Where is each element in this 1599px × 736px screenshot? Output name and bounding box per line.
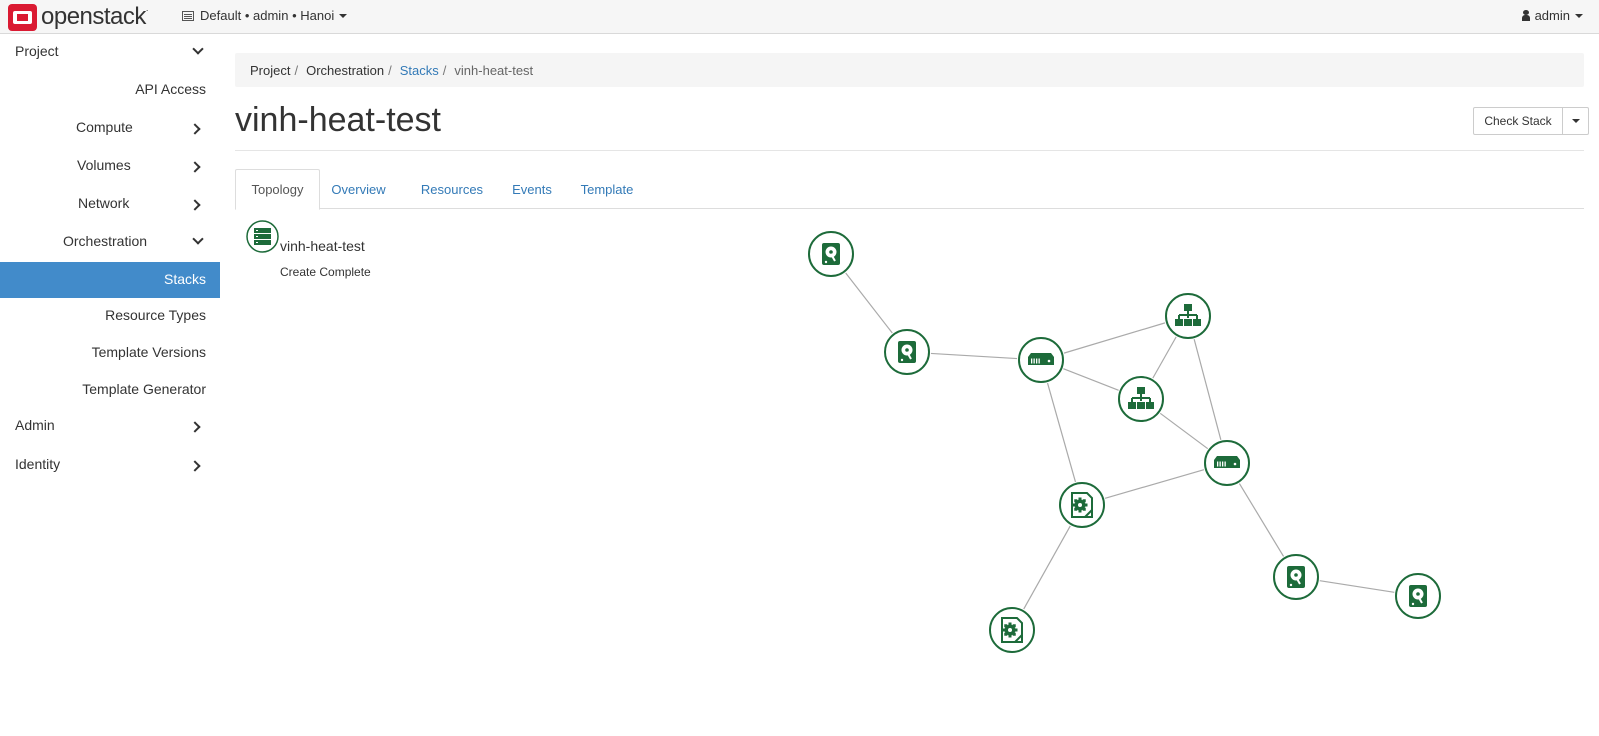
page-title: vinh-heat-test [235, 101, 441, 139]
sidebar-item-resource-types[interactable]: Resource Types [0, 298, 220, 334]
tab-topology[interactable]: Topology [235, 169, 320, 210]
sidebar: Project API Access Compute Volumes Netwo… [0, 34, 220, 736]
chevron-right-icon [189, 421, 201, 433]
topology-link [1063, 368, 1119, 391]
topology-node-volume-3[interactable] [1273, 554, 1319, 600]
topology-node-volume-2[interactable] [884, 329, 930, 375]
topology-link [930, 352, 1018, 360]
breadcrumb-project: Project [250, 62, 291, 78]
check-stack-button[interactable]: Check Stack [1473, 107, 1563, 135]
tab-resources[interactable]: Resources [407, 169, 497, 209]
more-actions-toggle[interactable] [1563, 107, 1589, 135]
chevron-right-icon [189, 460, 201, 472]
stack-name: vinh-heat-test [280, 238, 365, 254]
topology-node-config-2[interactable] [989, 607, 1035, 653]
breadcrumb-current: vinh-heat-test [454, 62, 534, 78]
sidebar-item-template-generator[interactable]: Template Generator [0, 372, 220, 408]
topology-link [1063, 322, 1166, 354]
tab-template[interactable]: Template [572, 169, 642, 209]
chevron-down-icon [192, 43, 204, 55]
user-icon [1521, 10, 1530, 21]
breadcrumb: Project / Orchestration / Stacks / vinh-… [235, 53, 1584, 87]
breadcrumb-orchestration: Orchestration [306, 62, 385, 78]
topology-node-volume-4[interactable] [1395, 573, 1441, 619]
chevron-right-icon [189, 161, 201, 173]
brand-name: openstack. [41, 3, 148, 30]
tab-overview[interactable]: Overview [321, 169, 396, 209]
sidebar-item-admin[interactable]: Admin [0, 408, 220, 444]
topology-node-config-1[interactable] [1059, 482, 1105, 528]
topology-node-network-1[interactable] [1165, 293, 1211, 339]
sidebar-item-project[interactable]: Project [0, 34, 220, 70]
topology-link [1193, 339, 1222, 440]
context-region: Hanoi [300, 8, 335, 23]
sidebar-item-compute[interactable]: Compute [0, 110, 220, 146]
caret-down-icon [1575, 13, 1583, 18]
topology-node-network-2[interactable] [1118, 376, 1164, 422]
topology-node-volume-1[interactable] [808, 231, 854, 277]
topology-link [1023, 525, 1071, 610]
breadcrumb-stacks-link[interactable]: Stacks [400, 63, 439, 78]
user-menu-dropdown[interactable]: admin [1521, 8, 1583, 23]
sidebar-item-api-access[interactable]: API Access [0, 72, 220, 108]
topology-link [1152, 336, 1177, 379]
user-name: admin [1534, 8, 1570, 23]
topology-link [1319, 580, 1395, 593]
topology-node-server-1[interactable] [1018, 337, 1064, 383]
chevron-right-icon [189, 123, 201, 135]
stack-status: Create Complete [280, 265, 371, 279]
chevron-down-icon [192, 233, 204, 245]
sidebar-item-orchestration[interactable]: Orchestration [0, 224, 220, 260]
topology-link [1238, 483, 1285, 557]
project-context-dropdown[interactable]: Default • admin • Hanoi [182, 8, 348, 23]
stack-detail-tabs: Topology Overview Resources Events Templ… [235, 169, 1584, 210]
context-project: admin [253, 8, 289, 23]
openstack-logo-icon [8, 3, 37, 31]
sidebar-item-template-versions[interactable]: Template Versions [0, 335, 220, 371]
project-context-icon [182, 10, 194, 21]
stack-actions: Check Stack [1473, 107, 1589, 135]
sidebar-item-identity[interactable]: Identity [0, 447, 220, 483]
topology-link [1104, 469, 1205, 499]
topology-link [1159, 412, 1209, 450]
sidebar-item-stacks[interactable]: Stacks [0, 262, 220, 298]
chevron-right-icon [189, 199, 201, 211]
caret-down-icon [1571, 119, 1580, 123]
tab-events[interactable]: Events [502, 169, 562, 209]
top-navbar: openstack. Default • admin • Hanoi admin [0, 0, 1599, 34]
topology-node-server-2[interactable] [1204, 440, 1250, 486]
brand-logo-link[interactable]: openstack. [8, 3, 148, 31]
stack-icon [246, 220, 279, 256]
sidebar-item-volumes[interactable]: Volumes [0, 148, 220, 184]
topology-link [845, 272, 893, 334]
context-domain: Default [200, 8, 242, 23]
topology-link [1046, 382, 1077, 483]
sidebar-item-network[interactable]: Network [0, 186, 220, 222]
title-divider [235, 150, 1584, 151]
caret-down-icon [339, 13, 348, 18]
